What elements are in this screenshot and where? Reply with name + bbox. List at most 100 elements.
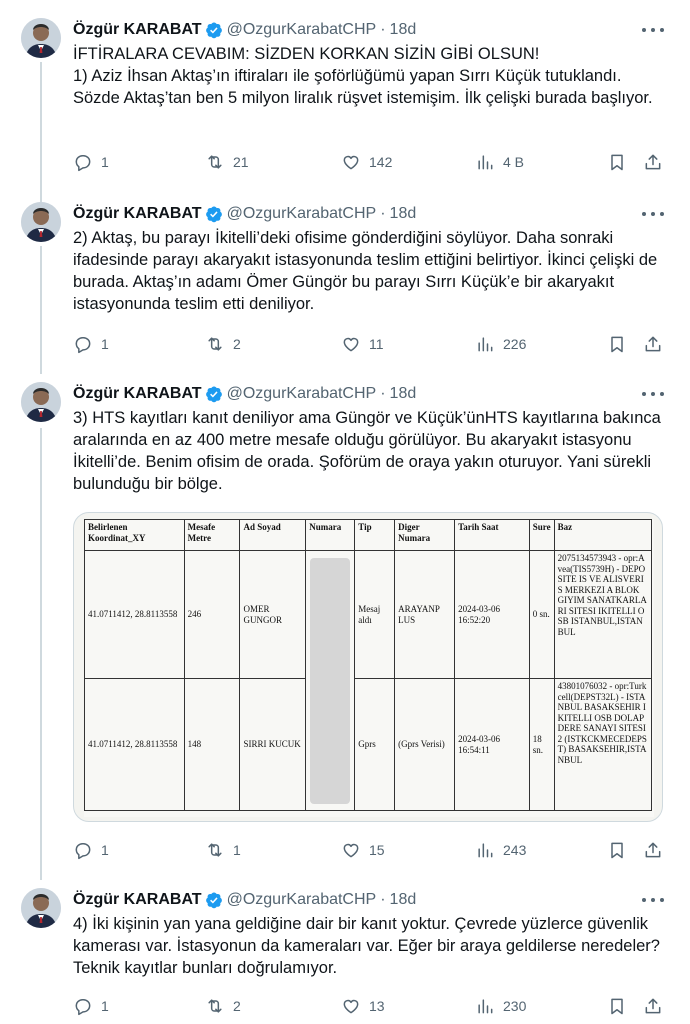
like-icon [343,843,359,858]
views-button[interactable]: 243 [475,838,526,862]
share-button[interactable] [643,332,663,356]
reply-button[interactable]: 1 [73,994,109,1018]
separator: · [380,205,386,222]
tweet[interactable]: Özgür KARABAT @OzgurKarabatCHP · 18d 2) … [0,184,690,374]
author-name[interactable]: Özgür KARABAT [73,891,202,909]
redaction-block [310,557,351,804]
retweet-count: 2 [233,336,241,352]
attached-image[interactable]: Belirlenen Koordinat_XY Mesafe Metre Ad … [73,512,663,822]
bookmark-button[interactable] [607,150,627,174]
author-name[interactable]: Özgür KARABAT [73,385,202,403]
like-button[interactable]: 11 [341,332,384,356]
bookmark-icon [611,842,623,859]
column-header: Sure [528,519,555,551]
verified-badge-icon [205,892,222,909]
tweet-line: 3) HTS kayıtları kanıt deniliyor ama Gün… [73,409,661,493]
hts-table: Belirlenen Koordinat_XY Mesafe Metre Ad … [84,519,653,811]
retweet-button[interactable]: 2 [205,994,241,1018]
views-icon [478,337,493,352]
retweet-button[interactable]: 21 [205,150,249,174]
tweet-text: 2) Aktaş, bu parayı İkitelli’deki ofisim… [73,227,665,315]
views-button[interactable]: 226 [475,332,526,356]
reply-button[interactable]: 1 [73,150,109,174]
bookmark-icon [611,998,623,1015]
share-icon [645,154,661,170]
like-count: 15 [369,842,385,858]
avatar[interactable] [21,888,61,928]
share-button[interactable] [643,150,663,174]
cell-duration: 0 sn. [528,550,555,679]
author-name[interactable]: Özgür KARABAT [73,21,202,39]
more-icon[interactable] [642,206,664,222]
column-header: Numara [305,519,356,551]
bookmark-button[interactable] [607,994,627,1018]
column-header: Belirlenen Koordinat_XY [84,519,185,551]
like-button[interactable]: 13 [341,994,385,1018]
views-count: 4 B [503,154,525,170]
author-handle[interactable]: @OzgurKarabatCHP [227,21,377,39]
bookmark-icon [611,154,623,171]
separator: · [380,891,386,908]
more-icon[interactable] [642,386,664,402]
tweet[interactable]: Özgür KARABAT @OzgurKarabatCHP · 18d İFT… [0,0,690,190]
bookmark-button[interactable] [607,838,627,862]
more-icon[interactable] [642,22,664,38]
tweet-actions: 1 2 11 226 [73,332,669,356]
column-header: Tarih Saat [454,519,530,551]
cell-distance: 246 [183,550,241,679]
retweet-count: 1 [233,842,241,858]
reply-count: 1 [101,336,109,352]
reply-button[interactable]: 1 [73,332,109,356]
like-icon [343,337,359,352]
cell-number-redacted [305,550,356,811]
timestamp[interactable]: 18d [390,21,417,39]
avatar[interactable] [21,382,61,422]
share-button[interactable] [643,994,663,1018]
tweet-text: İFTİRALARA CEVABIM: SİZDEN KORKAN SİZİN … [73,43,665,109]
cell-name: SIRRI KUCUK [239,678,307,811]
avatar[interactable] [21,202,61,242]
author-handle[interactable]: @OzgurKarabatCHP [227,385,377,403]
tweet-text: 4) İki kişinin yan yana geldiğine dair b… [73,913,665,979]
timestamp[interactable]: 18d [390,385,417,403]
views-button[interactable]: 4 B [475,150,524,174]
cell-coordinate: 41.0711412, 28.8113558 [84,550,185,679]
like-count: 142 [369,154,393,170]
author-handle[interactable]: @OzgurKarabatCHP [227,205,377,223]
more-icon[interactable] [642,892,664,908]
share-button[interactable] [643,838,663,862]
views-count: 243 [503,842,527,858]
like-button[interactable]: 142 [341,150,392,174]
avatar[interactable] [21,18,61,58]
bookmark-button[interactable] [607,332,627,356]
author-name[interactable]: Özgür KARABAT [73,205,202,223]
views-icon [478,843,493,858]
cell-type: Mesaj aldı [354,550,396,679]
share-icon [645,336,661,352]
cell-base: 2075134573943 - opr:Avea(TIS5739H) - DEP… [553,550,653,679]
retweet-button[interactable]: 1 [205,838,241,862]
reply-icon [75,155,91,172]
cell-other-number: ARAYANP LUS [394,550,456,679]
retweet-button[interactable]: 2 [205,332,241,356]
reply-button[interactable]: 1 [73,838,109,862]
author-handle[interactable]: @OzgurKarabatCHP [227,891,377,909]
like-count: 11 [369,336,384,352]
like-button[interactable]: 15 [341,838,385,862]
table-header-row: Belirlenen Koordinat_XY Mesafe Metre Ad … [84,519,653,551]
retweet-icon [208,999,222,1013]
timestamp[interactable]: 18d [390,891,417,909]
timestamp[interactable]: 18d [390,205,417,223]
cell-other-number: (Gprs Verisi) [394,678,456,811]
table-row: 41.0711412, 28.8113558 148 SIRRI KUCUK G… [84,678,653,811]
separator: · [380,21,386,38]
tweet[interactable]: Özgür KARABAT @OzgurKarabatCHP · 18d 4) … [0,870,690,1024]
column-header: Diger Numara [394,519,456,551]
tweet-line: 2) Aktaş, bu parayı İkitelli’deki ofisim… [73,229,658,313]
views-button[interactable]: 230 [475,994,526,1018]
tweet-line: İFTİRALARA CEVABIM: SİZDEN KORKAN SİZİN … [73,45,540,63]
cell-duration: 18 sn. [528,678,555,811]
table-row: 41.0711412, 28.8113558 246 OMER GUNGOR M… [84,550,653,811]
reply-count: 1 [101,842,109,858]
views-count: 230 [503,998,527,1014]
